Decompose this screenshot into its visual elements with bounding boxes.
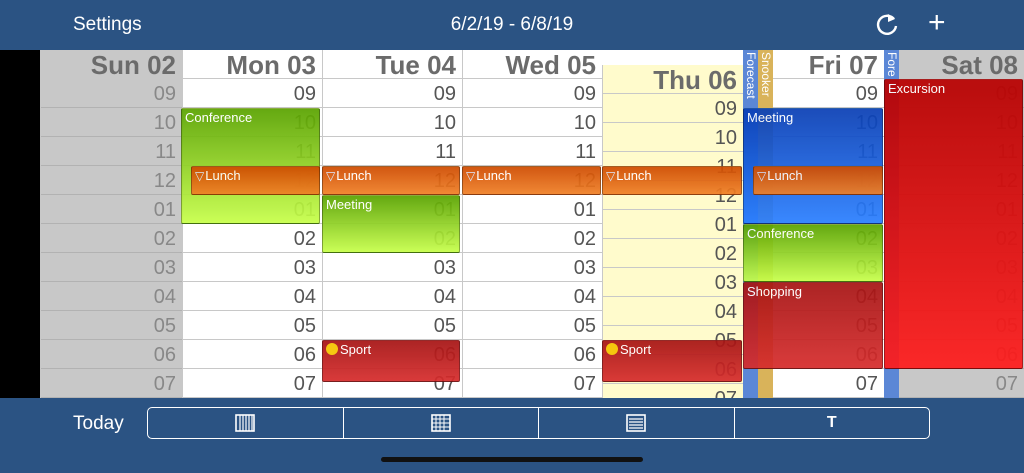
- hour-label: 09: [41, 79, 182, 108]
- hour-label: 02: [463, 224, 602, 253]
- hour-label: 11: [41, 137, 182, 166]
- event-title: Sport: [340, 342, 372, 357]
- ball-icon: [606, 343, 618, 355]
- home-indicator: [381, 457, 643, 462]
- ball-icon: [326, 343, 338, 355]
- hour-label: 05: [183, 311, 322, 340]
- hour-label: 06: [183, 340, 322, 369]
- top-navigation-bar: Settings 6/2/19 - 6/8/19 +: [0, 0, 1024, 50]
- hour-label: 07: [603, 384, 743, 398]
- hour-label: 11: [323, 137, 462, 166]
- event-lunch[interactable]: ▽Lunch: [462, 166, 601, 195]
- day-header: Wed 05: [463, 50, 602, 80]
- day-header: Mon 03: [183, 50, 322, 80]
- refresh-icon[interactable]: [874, 11, 900, 37]
- event-lunch[interactable]: ▽Lunch: [753, 166, 883, 195]
- hour-label: 04: [463, 282, 602, 311]
- event-title: Shopping: [747, 284, 802, 299]
- segment-week-view[interactable]: [148, 408, 344, 438]
- hour-label: 04: [323, 282, 462, 311]
- hour-label: 02: [183, 224, 322, 253]
- event-title: Lunch: [767, 168, 803, 183]
- day-column-wed[interactable]: Wed 05 09 10 11 12 01 02 03 04 05 06 07: [462, 50, 602, 398]
- hour-label: 05: [41, 311, 182, 340]
- hour-label: 05: [463, 311, 602, 340]
- day-header: Tue 04: [323, 50, 462, 80]
- event-title: Meeting: [747, 110, 794, 125]
- event-title: Lunch: [336, 168, 372, 183]
- segment-list-view[interactable]: [539, 408, 735, 438]
- hour-label: 07: [183, 369, 322, 398]
- hour-label: 10: [323, 108, 462, 137]
- event-title: Lunch: [205, 168, 241, 183]
- hour-label: 07: [885, 369, 1024, 398]
- hour-label: 03: [323, 253, 462, 282]
- hour-label: 03: [463, 253, 602, 282]
- event-conference[interactable]: Conference: [743, 224, 883, 282]
- hour-label: 06: [463, 340, 602, 369]
- hour-label: 09: [323, 79, 462, 108]
- hour-label: 04: [603, 297, 743, 326]
- day-column-sun[interactable]: Sun 02 09 10 11 12 01 02 03 04 05 06 07: [40, 50, 182, 398]
- martini-icon: ▽: [326, 169, 336, 183]
- hour-label: 02: [603, 239, 743, 268]
- event-title: Conference: [185, 110, 253, 125]
- hour-label: 07: [463, 369, 602, 398]
- hour-label: 11: [463, 137, 602, 166]
- martini-icon: ▽: [195, 169, 205, 183]
- day-header: Sat 08: [885, 50, 1024, 80]
- hour-label: 02: [41, 224, 182, 253]
- hour-label: 05: [323, 311, 462, 340]
- day-header: Sun 02: [41, 50, 182, 80]
- event-title: Lunch: [476, 168, 512, 183]
- bottom-toolbar: Today T: [0, 398, 1024, 473]
- segment-month-view[interactable]: [344, 408, 539, 438]
- hour-label: 12: [41, 166, 182, 195]
- hour-label: 10: [41, 108, 182, 137]
- event-shopping[interactable]: Shopping: [743, 282, 883, 369]
- hour-label: 09: [183, 79, 322, 108]
- day-header: Thu 06: [603, 65, 743, 95]
- event-title: Conference: [747, 226, 815, 241]
- view-segmented-control: T: [147, 407, 930, 439]
- event-title: Sport: [620, 342, 652, 357]
- event-title: Meeting: [326, 197, 373, 212]
- event-lunch[interactable]: ▽Lunch: [602, 166, 742, 195]
- month-view-icon: [430, 414, 451, 432]
- event-meeting[interactable]: Meeting: [322, 195, 460, 253]
- today-button[interactable]: Today: [73, 413, 124, 435]
- hour-label: 04: [41, 282, 182, 311]
- segment-text-view[interactable]: T: [735, 408, 930, 438]
- hour-label: 03: [183, 253, 322, 282]
- hour-label: 03: [41, 253, 182, 282]
- event-sport[interactable]: Sport: [602, 340, 742, 382]
- hour-label: 01: [41, 195, 182, 224]
- add-icon[interactable]: +: [928, 8, 946, 38]
- week-calendar-grid: Sun 02 09 10 11 12 01 02 03 04 05 06 07 …: [40, 50, 1024, 398]
- event-title: Lunch: [616, 168, 652, 183]
- event-lunch[interactable]: ▽Lunch: [191, 166, 320, 195]
- list-view-icon: [626, 414, 647, 432]
- hour-label: 06: [41, 340, 182, 369]
- hour-label: 01: [463, 195, 602, 224]
- hour-label: 09: [603, 94, 743, 123]
- event-lunch[interactable]: ▽Lunch: [322, 166, 460, 195]
- hour-label: 09: [463, 79, 602, 108]
- event-excursion[interactable]: Excursion: [884, 79, 1023, 369]
- hour-label: 03: [603, 268, 743, 297]
- martini-icon: ▽: [466, 169, 476, 183]
- hour-label: 01: [603, 210, 743, 239]
- hour-label: 10: [463, 108, 602, 137]
- hour-label: 10: [603, 123, 743, 152]
- hour-label: 07: [41, 369, 182, 398]
- martini-icon: ▽: [757, 169, 767, 183]
- week-view-icon: [235, 414, 256, 432]
- date-range-title: 6/2/19 - 6/8/19: [450, 14, 574, 35]
- hour-label: 04: [183, 282, 322, 311]
- event-title: Excursion: [888, 81, 946, 96]
- left-black-margin: [0, 50, 40, 398]
- day-column-mon[interactable]: Mon 03 09 10 11 12 01 02 03 04 05 06 07: [182, 50, 322, 398]
- martini-icon: ▽: [606, 169, 616, 183]
- event-sport[interactable]: Sport: [322, 340, 460, 382]
